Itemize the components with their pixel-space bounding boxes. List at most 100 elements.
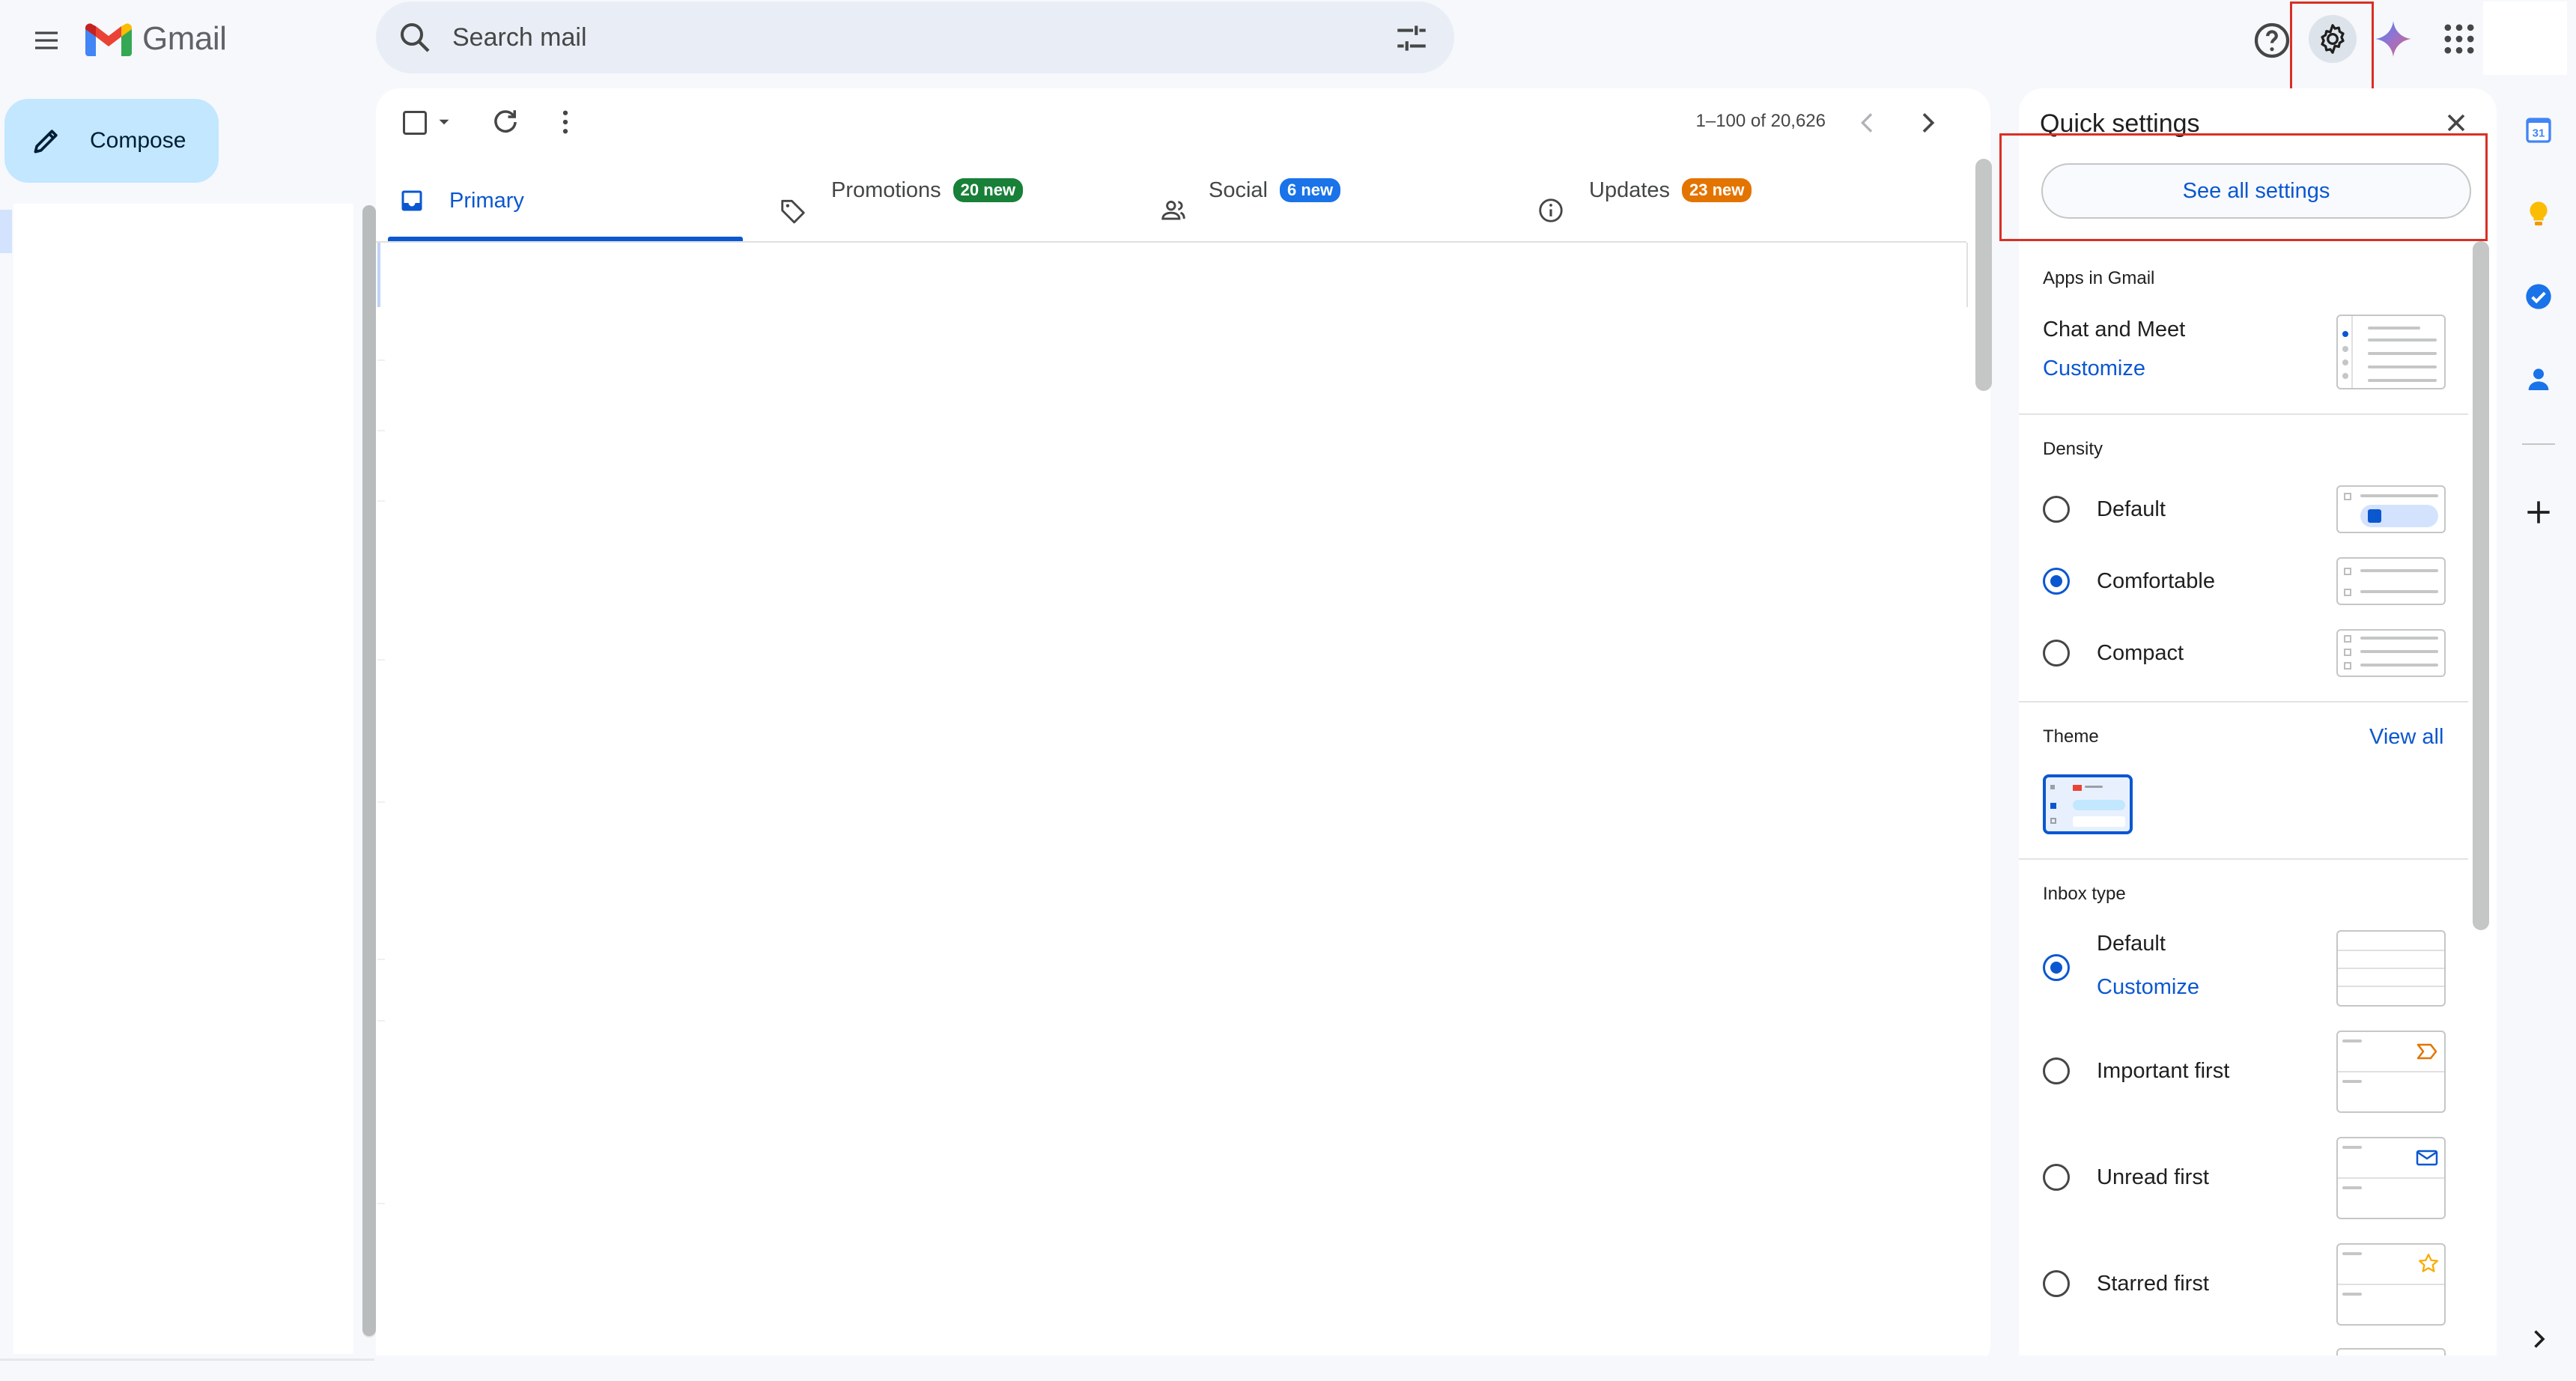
search-options-icon[interactable] xyxy=(1393,19,1430,57)
pagination-text: 1–100 of 20,626 xyxy=(1695,111,1826,131)
tab-promotions[interactable]: Promotions 20 new xyxy=(779,160,1123,241)
tab-updates[interactable]: Updates 23 new xyxy=(1537,160,1881,241)
add-addon-icon[interactable] xyxy=(2522,496,2555,529)
inbox-option-label: Default xyxy=(2097,932,2166,956)
nav-scrollbar[interactable] xyxy=(362,205,376,1336)
select-options-caret-icon[interactable] xyxy=(434,112,454,132)
list-row-divider xyxy=(377,500,385,502)
density-default-radio[interactable] xyxy=(2043,496,2070,523)
inbox-unread-first-radio[interactable] xyxy=(2043,1164,2070,1191)
see-all-settings-button[interactable]: See all settings xyxy=(2041,163,2471,219)
quick-settings-scrollbar[interactable] xyxy=(2473,241,2489,930)
contacts-icon[interactable] xyxy=(2524,364,2554,394)
calendar-icon[interactable]: 31 xyxy=(2524,115,2554,145)
account-avatar[interactable] xyxy=(2483,1,2567,75)
compose-label: Compose xyxy=(90,128,186,153)
email-list[interactable] xyxy=(376,243,1968,1359)
gmail-logo[interactable]: Gmail xyxy=(85,18,243,60)
customize-apps-link[interactable]: Customize xyxy=(2043,356,2145,381)
inbox-starred-first-thumbnail xyxy=(2336,1243,2446,1326)
density-option-label: Default xyxy=(2097,497,2166,521)
chat-meet-preview-thumbnail xyxy=(2336,315,2446,389)
gemini-icon[interactable] xyxy=(2374,19,2413,58)
refresh-icon[interactable] xyxy=(490,106,521,138)
envelope-icon xyxy=(2416,1150,2438,1166)
select-all-checkbox[interactable] xyxy=(403,111,427,135)
new-count-badge: 23 new xyxy=(1682,178,1752,202)
search-input[interactable] xyxy=(452,15,1351,60)
apps-section-title: Apps in Gmail xyxy=(2043,268,2155,288)
expand-side-panel-icon[interactable] xyxy=(2525,1326,2552,1353)
list-row-divider xyxy=(377,430,385,431)
pencil-icon xyxy=(34,130,58,154)
side-panel-divider xyxy=(2522,443,2555,445)
tab-label: Updates xyxy=(1589,177,1671,202)
list-row-divider xyxy=(377,959,385,960)
left-nav-panel xyxy=(13,204,353,1354)
settings-highlight-box xyxy=(2290,1,2374,96)
density-comfortable-radio[interactable] xyxy=(2043,568,2070,595)
inbox-option-label: Important first xyxy=(2097,1059,2230,1083)
see-all-settings-label: See all settings xyxy=(2182,178,2330,203)
list-row-divider xyxy=(377,359,385,361)
current-theme-thumbnail[interactable] xyxy=(2043,774,2133,834)
more-options-icon[interactable] xyxy=(550,106,581,138)
tab-primary[interactable]: Primary xyxy=(398,160,743,241)
next-page-icon[interactable] xyxy=(1913,108,1942,138)
main-menu-button[interactable] xyxy=(19,13,73,67)
density-compact-thumbnail xyxy=(2336,629,2446,677)
important-marker-icon xyxy=(2416,1043,2437,1060)
new-count-badge: 6 new xyxy=(1280,178,1341,202)
list-row-divider xyxy=(377,801,385,803)
help-icon[interactable] xyxy=(2251,19,2293,61)
list-row-divider xyxy=(377,659,385,661)
tag-icon xyxy=(781,199,805,224)
previous-page-icon[interactable] xyxy=(1853,108,1883,138)
search-icon[interactable] xyxy=(397,19,433,55)
info-icon xyxy=(1539,198,1563,222)
section-divider xyxy=(2019,413,2468,415)
inbox-icon xyxy=(401,190,422,211)
theme-section-title: Theme xyxy=(2043,726,2099,747)
section-divider xyxy=(2019,701,2468,702)
mail-list-scrollbar[interactable] xyxy=(1975,159,1992,391)
chat-meet-label: Chat and Meet xyxy=(2043,318,2186,342)
inbox-default-radio[interactable] xyxy=(2043,954,2070,981)
inbox-unread-first-thumbnail xyxy=(2336,1137,2446,1219)
keep-icon[interactable] xyxy=(2524,199,2554,229)
apps-icon[interactable] xyxy=(2440,19,2479,58)
list-row-divider xyxy=(377,1203,385,1204)
inbox-starred-first-radio[interactable] xyxy=(2043,1270,2070,1297)
density-default-thumbnail xyxy=(2336,485,2446,533)
tab-label: Promotions xyxy=(831,177,941,202)
tasks-icon[interactable] xyxy=(2524,282,2554,312)
section-divider xyxy=(2019,858,2468,860)
selected-row-outline xyxy=(377,243,1968,307)
app-name: Gmail xyxy=(142,20,227,57)
new-count-badge: 20 new xyxy=(953,178,1024,202)
compose-button[interactable]: Compose xyxy=(4,99,219,183)
inbox-important-first-thumbnail xyxy=(2336,1031,2446,1113)
inbox-option-label: Starred first xyxy=(2097,1272,2209,1296)
density-comfortable-thumbnail xyxy=(2336,557,2446,605)
gmail-m-icon xyxy=(85,23,132,56)
density-compact-radio[interactable] xyxy=(2043,640,2070,667)
svg-text:31: 31 xyxy=(2533,127,2545,139)
tab-social[interactable]: Social 6 new xyxy=(1159,160,1504,241)
density-section-title: Density xyxy=(2043,439,2103,459)
view-all-themes-link[interactable]: View all xyxy=(2369,725,2443,750)
nav-active-indicator xyxy=(0,210,12,253)
tab-label: Social xyxy=(1209,177,1268,202)
bottom-strip xyxy=(0,1356,2576,1381)
menu-icon xyxy=(35,31,58,49)
inbox-important-first-radio[interactable] xyxy=(2043,1057,2070,1084)
horizontal-scrollbar[interactable] xyxy=(0,1359,374,1361)
customize-inbox-link[interactable]: Customize xyxy=(2097,975,2199,1000)
people-icon xyxy=(1161,201,1185,220)
tab-label: Primary xyxy=(449,188,524,213)
inbox-option-label: Unread first xyxy=(2097,1165,2209,1189)
density-option-label: Comfortable xyxy=(2097,569,2215,593)
inbox-type-section-title: Inbox type xyxy=(2043,884,2126,904)
density-option-label: Compact xyxy=(2097,641,2184,665)
star-icon xyxy=(2419,1254,2438,1272)
